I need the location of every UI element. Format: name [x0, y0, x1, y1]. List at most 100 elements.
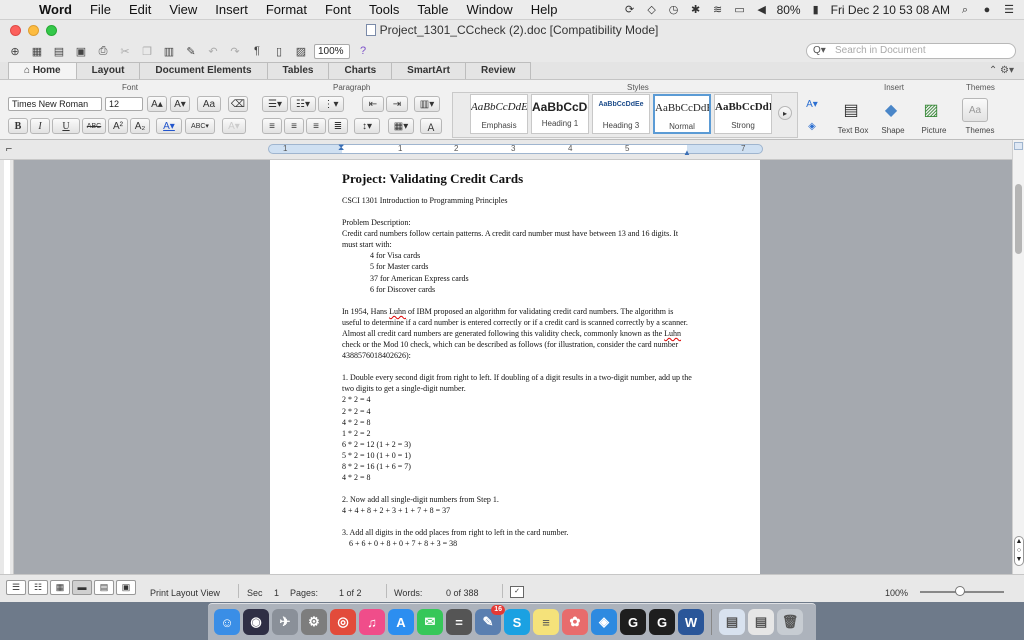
calculator-icon[interactable]: =	[446, 609, 472, 635]
menu-format[interactable]: Format	[257, 2, 316, 17]
browse-navigator-icon[interactable]: ▲ ○ ▼	[1014, 536, 1024, 566]
document-icon[interactable]: ▤	[719, 609, 745, 635]
styles-pane-icon[interactable]: A▾	[800, 96, 824, 112]
publishing-view-icon[interactable]: ▦	[50, 580, 70, 595]
tab-layout[interactable]: Layout	[75, 62, 141, 79]
style-normal[interactable]: AaBbCcDdE Normal	[653, 94, 711, 134]
document-body[interactable]: Project: Validating Credit Cards CSCI 13…	[342, 170, 692, 550]
text-direction-icon[interactable]: Ａ	[420, 118, 442, 134]
menu-font[interactable]: Font	[316, 2, 360, 17]
style-strong[interactable]: AaBbCcDdI Strong	[714, 94, 772, 134]
document-workspace[interactable]: Project: Validating Credit Cards CSCI 13…	[14, 160, 1012, 574]
save-icon[interactable]: ▣	[72, 43, 90, 59]
templates-icon[interactable]: ▦	[28, 43, 46, 59]
safari-icon[interactable]: ◈	[591, 609, 617, 635]
help-icon[interactable]: ?	[354, 43, 372, 59]
menu-window[interactable]: Window	[457, 2, 521, 17]
notebook-view-icon[interactable]: ▤	[94, 580, 114, 595]
style-emphasis[interactable]: AaBbCcDdEe Emphasis	[470, 94, 528, 134]
itunes-icon[interactable]: ♫	[359, 609, 385, 635]
proofing-icon[interactable]: ✓	[510, 586, 524, 598]
search-input[interactable]: Q▾ Search in Document	[806, 43, 1016, 59]
battery-icon[interactable]: ▮	[809, 4, 823, 16]
format-painter-icon[interactable]: ✎	[182, 43, 200, 59]
word-icon[interactable]: W	[678, 609, 704, 635]
tab-stop-icon[interactable]: ⌐	[2, 142, 16, 156]
chrome-icon[interactable]: ◎	[330, 609, 356, 635]
align-right-icon[interactable]: ≡	[306, 118, 326, 134]
menu-insert[interactable]: Insert	[206, 2, 257, 17]
time-machine-icon[interactable]: ◷	[667, 4, 681, 16]
font-color-icon[interactable]: A▾	[156, 118, 182, 134]
gradebook-g2-icon[interactable]: G	[649, 609, 675, 635]
tab-review[interactable]: Review	[464, 62, 532, 79]
menu-edit[interactable]: Edit	[120, 2, 160, 17]
align-left-icon[interactable]: ≡	[262, 118, 282, 134]
picture-icon[interactable]: ▨	[918, 98, 944, 122]
words-value[interactable]: 0 of 388	[446, 588, 479, 598]
shading-icon[interactable]: ▦▾	[388, 118, 414, 134]
system-preferences-icon[interactable]: ⚙	[301, 609, 327, 635]
cut-icon[interactable]: ✂	[116, 43, 134, 59]
undo-icon[interactable]: ↶	[204, 43, 222, 59]
style-heading-1[interactable]: AaBbCcDd Heading 1	[531, 94, 589, 134]
horizontal-ruler[interactable]: ⌐ ⧗ ▲ 1 1 2 3 4 5 7	[0, 140, 1024, 160]
siri-menu-icon[interactable]: ●	[980, 4, 994, 16]
change-case-icon[interactable]: Aa	[197, 96, 221, 112]
styles-scroll-icon[interactable]: ▸	[778, 106, 792, 120]
menu-file[interactable]: File	[81, 2, 120, 17]
zoom-slider-knob[interactable]	[955, 586, 965, 596]
siri-icon[interactable]: ◉	[243, 609, 269, 635]
full-screen-view-icon[interactable]: ▣	[116, 580, 136, 595]
grow-font-icon[interactable]: A▴	[147, 96, 167, 112]
outline-view-icon[interactable]: ☷	[28, 580, 48, 595]
superscript-button[interactable]: A²	[108, 118, 128, 134]
notification-center-icon[interactable]: ☰	[1002, 4, 1016, 16]
multilevel-list-icon[interactable]: ⋮▾	[318, 96, 344, 112]
decrease-indent-icon[interactable]: ⇤	[362, 96, 384, 112]
tab-tables[interactable]: Tables	[266, 62, 330, 79]
highlight-icon[interactable]: ABC▾	[185, 118, 215, 134]
gradebook-g-icon[interactable]: G	[620, 609, 646, 635]
scrollbar-thumb[interactable]	[1015, 184, 1022, 254]
menu-view[interactable]: View	[160, 2, 206, 17]
show-formatting-icon[interactable]: ¶	[248, 43, 266, 59]
tab-document-elements[interactable]: Document Elements	[139, 62, 268, 79]
style-heading-3[interactable]: AaBbCcDdEe Heading 3	[592, 94, 650, 134]
themes-icon[interactable]: Aa	[962, 98, 988, 122]
picture-label[interactable]: Picture	[914, 126, 954, 135]
vertical-scrollbar[interactable]: ▲ ○ ▼	[1012, 140, 1024, 574]
menu-tools[interactable]: Tools	[360, 2, 408, 17]
print-icon[interactable]: ⎙	[94, 43, 112, 59]
increase-indent-icon[interactable]: ⇥	[386, 96, 408, 112]
shrink-font-icon[interactable]: A▾	[170, 96, 190, 112]
right-indent-marker-icon[interactable]: ▲	[683, 148, 691, 157]
bold-button[interactable]: B	[8, 118, 28, 134]
draft-view-icon[interactable]: ☰	[6, 580, 26, 595]
subscript-button[interactable]: A₂	[130, 118, 150, 134]
spotlight-icon[interactable]: ⌕	[958, 4, 972, 16]
format-icon[interactable]: ◈	[800, 118, 824, 134]
redo-icon[interactable]: ↷	[226, 43, 244, 59]
vertical-ruler[interactable]	[0, 160, 14, 574]
font-size-select[interactable]: 12	[105, 97, 143, 111]
bluetooth-icon[interactable]: ✱	[689, 4, 703, 16]
text-effects-icon[interactable]: A▾	[222, 118, 246, 134]
split-icon[interactable]	[1014, 142, 1023, 150]
messages-icon[interactable]: ✉	[417, 609, 443, 635]
line-spacing-icon[interactable]: ↕▾	[354, 118, 380, 134]
shape-label[interactable]: Shape	[873, 126, 913, 135]
tab-smartart[interactable]: SmartArt	[391, 62, 466, 79]
print-layout-view-icon[interactable]: ▬	[72, 580, 92, 595]
sync-icon[interactable]: ⟳	[623, 4, 637, 16]
skype-icon[interactable]: S	[504, 609, 530, 635]
numbering-icon[interactable]: ☷▾	[290, 96, 316, 112]
clear-formatting-icon[interactable]: ⌫	[228, 96, 248, 112]
font-name-select[interactable]: Times New Roman	[8, 97, 102, 111]
dropbox-icon[interactable]: ◇	[645, 4, 659, 16]
volume-icon[interactable]: ◀	[755, 4, 769, 16]
menu-word[interactable]: Word	[30, 2, 81, 17]
open-icon[interactable]: ▤	[50, 43, 68, 59]
paste-icon[interactable]: ▥	[160, 43, 178, 59]
new-document-icon[interactable]: ⊕	[6, 43, 24, 59]
